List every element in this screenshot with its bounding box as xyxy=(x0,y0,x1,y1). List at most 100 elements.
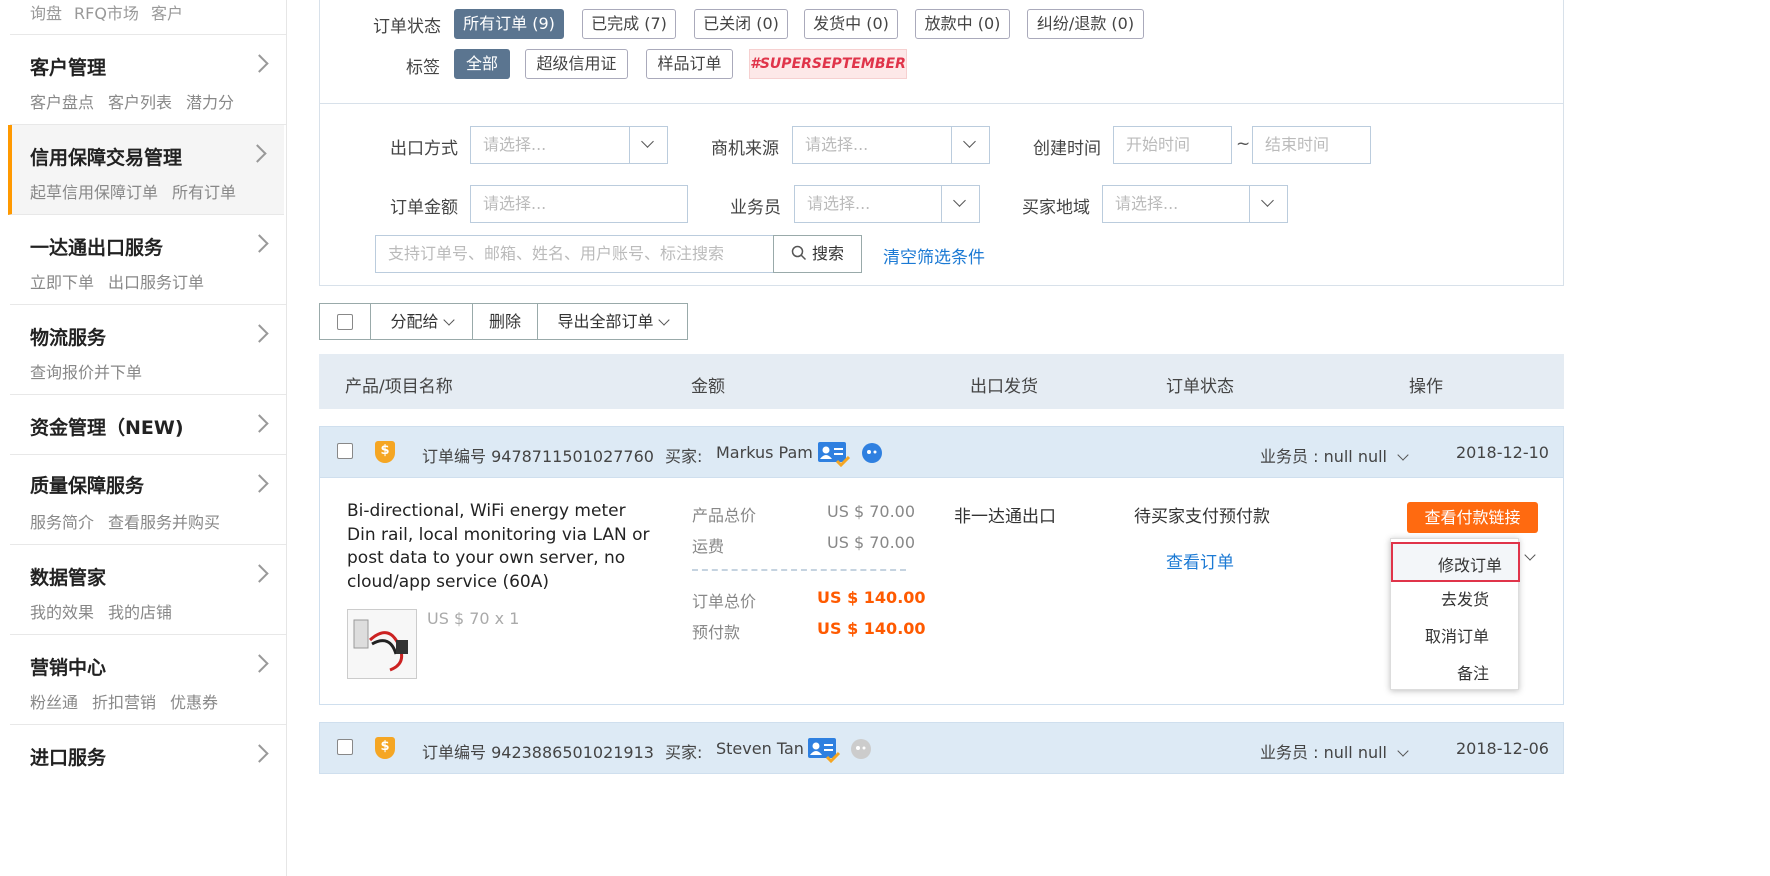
chevron-down-icon[interactable] xyxy=(951,127,989,163)
nav-title[interactable]: 信用保障交易管理 xyxy=(30,143,182,170)
chevron-right-icon[interactable] xyxy=(250,234,269,253)
nav-title[interactable]: 营销中心 xyxy=(30,653,106,680)
nav-sub[interactable]: 查看服务并购买 xyxy=(108,513,220,532)
status-label: 订单状态 xyxy=(373,17,441,37)
product-name[interactable]: Bi-directional, WiFi energy meter Din ra… xyxy=(347,500,657,594)
nav-group-trade-assurance[interactable]: 信用保障交易管理 起草信用保障订单 所有订单 xyxy=(8,125,284,215)
nav-title[interactable]: 质量保障服务 xyxy=(30,471,144,498)
view-order-link[interactable]: 查看订单 xyxy=(1166,548,1234,573)
select-all-checkbox[interactable] xyxy=(337,314,353,330)
select-all-button[interactable] xyxy=(319,303,371,340)
ship-item[interactable]: 去发货 xyxy=(1441,586,1489,610)
chevron-right-icon[interactable] xyxy=(250,744,269,763)
chevron-down-icon[interactable] xyxy=(941,186,979,222)
export-all-button[interactable]: 导出全部订单 xyxy=(537,303,688,340)
advanced-filter-panel: 出口方式 请选择... 商机来源 请选择... 创建时间 开始时间 ~ 结束时间… xyxy=(319,103,1564,286)
nav-sub[interactable]: 折扣营销 xyxy=(92,693,156,712)
view-payment-link-button[interactable]: 查看付款链接 xyxy=(1407,502,1538,533)
cancel-order-item[interactable]: 取消订单 xyxy=(1425,623,1489,647)
buyer-name[interactable]: Steven Tan xyxy=(716,739,804,758)
salesperson[interactable]: 业务员 : null null xyxy=(1260,443,1409,467)
nav-sub[interactable]: 查询报价并下单 xyxy=(30,363,142,382)
tag-all[interactable]: 全部 xyxy=(454,49,510,79)
nav-group-logistics[interactable]: 物流服务 查询报价并下单 xyxy=(10,305,286,395)
nav-title[interactable]: 物流服务 xyxy=(30,323,106,350)
modify-order-label: 修改订单 xyxy=(1438,556,1503,575)
tab-all-orders[interactable]: 所有订单 (9) xyxy=(454,9,564,39)
order-actions-menu: 修改订单 去发货 取消订单 备注 xyxy=(1390,538,1520,690)
order-checkbox[interactable] xyxy=(337,443,353,459)
chevron-right-icon[interactable] xyxy=(250,54,269,73)
nav-title[interactable]: 客户管理 xyxy=(30,53,106,80)
nav-group-data[interactable]: 数据管家 我的效果 我的店铺 xyxy=(10,545,286,635)
nav-title[interactable]: 数据管家 xyxy=(30,563,106,590)
link-customers[interactable]: 客户 xyxy=(151,4,183,23)
nav-sub[interactable]: 所有订单 xyxy=(172,183,236,202)
trade-assurance-icon: $ xyxy=(375,737,395,759)
nav-group-marketing[interactable]: 营销中心 粉丝通 折扣营销 优惠券 xyxy=(10,635,286,725)
export-method-select[interactable]: 请选择... xyxy=(470,126,668,164)
nav-title[interactable]: 一达通出口服务 xyxy=(30,233,163,260)
nav-group-finance[interactable]: 资金管理（NEW) xyxy=(10,395,286,455)
nav-sub[interactable]: 我的效果 xyxy=(30,603,94,622)
salesperson[interactable]: 业务员 : null null xyxy=(1260,739,1409,763)
note-item[interactable]: 备注 xyxy=(1457,660,1489,684)
delete-button[interactable]: 删除 xyxy=(472,303,538,340)
chevron-right-icon[interactable] xyxy=(250,414,269,433)
tab-releasing[interactable]: 放款中 (0) xyxy=(915,9,1010,39)
nav-sub[interactable]: 我的店铺 xyxy=(108,603,172,622)
search-input[interactable]: 支持订单号、邮箱、姓名、用户账号、标注搜索 xyxy=(375,235,775,273)
contact-card-icon[interactable] xyxy=(817,439,851,467)
assign-button[interactable]: 分配给 xyxy=(370,303,473,340)
link-inquiry[interactable]: 询盘 xyxy=(30,4,62,23)
nav-sub[interactable]: 粉丝通 xyxy=(30,693,78,712)
contact-card-icon[interactable] xyxy=(807,735,841,763)
tag-super-lc[interactable]: 超级信用证 xyxy=(525,49,628,79)
source-select[interactable]: 请选择... xyxy=(792,126,990,164)
product-thumbnail[interactable] xyxy=(347,609,417,679)
tab-completed[interactable]: 已完成 (7) xyxy=(582,9,676,39)
nav-sub[interactable]: 客户列表 xyxy=(108,93,172,112)
nav-group-quality[interactable]: 质量保障服务 服务简介 查看服务并购买 xyxy=(10,455,286,545)
start-time-input[interactable]: 开始时间 xyxy=(1113,126,1232,164)
salesperson-select[interactable]: 请选择... xyxy=(794,185,980,223)
nav-title[interactable]: 进口服务 xyxy=(30,743,106,770)
chat-icon[interactable] xyxy=(850,738,872,760)
trade-assurance-icon: $ xyxy=(375,441,395,463)
chevron-right-icon[interactable] xyxy=(250,654,269,673)
nav-sub[interactable]: 立即下单 xyxy=(30,273,94,292)
nav-sub[interactable]: 出口服务订单 xyxy=(108,273,204,292)
end-time-input[interactable]: 结束时间 xyxy=(1252,126,1371,164)
nav-group-customer-mgmt[interactable]: 客户管理 客户盘点 客户列表 潜力分 xyxy=(10,35,286,125)
tab-dispute[interactable]: 纠纷/退款 (0) xyxy=(1027,9,1144,39)
chevron-right-icon[interactable] xyxy=(248,144,267,163)
nav-title[interactable]: 资金管理（NEW) xyxy=(30,413,184,440)
clear-filters-link[interactable]: 清空筛选条件 xyxy=(883,243,985,268)
tab-closed[interactable]: 已关闭 (0) xyxy=(694,9,788,39)
chevron-down-icon[interactable] xyxy=(629,127,667,163)
order-checkbox[interactable] xyxy=(337,739,353,755)
amount-input[interactable]: 请选择... xyxy=(470,185,688,223)
tab-shipping[interactable]: 发货中 (0) xyxy=(804,9,898,39)
chevron-right-icon[interactable] xyxy=(250,564,269,583)
region-label: 买家地域 xyxy=(1022,198,1090,218)
nav-sub[interactable]: 优惠券 xyxy=(170,693,218,712)
nav-group-export-service[interactable]: 一达通出口服务 立即下单 出口服务订单 xyxy=(10,215,286,305)
region-select[interactable]: 请选择... xyxy=(1102,185,1288,223)
modify-order-item[interactable]: 修改订单 xyxy=(1391,542,1520,582)
buyer-name[interactable]: Markus Pam xyxy=(716,443,813,462)
search-button[interactable]: 搜索 xyxy=(773,235,862,273)
link-rfq[interactable]: RFQ市场 xyxy=(74,4,139,23)
tag-sample[interactable]: 样品订单 xyxy=(646,49,733,79)
chevron-right-icon[interactable] xyxy=(250,324,269,343)
chevron-right-icon[interactable] xyxy=(250,474,269,493)
source-label: 商机来源 xyxy=(711,139,779,159)
nav-group-import[interactable]: 进口服务 xyxy=(10,725,286,876)
nav-sub[interactable]: 服务简介 xyxy=(30,513,94,532)
chevron-down-icon[interactable] xyxy=(1249,186,1287,222)
promo-badge[interactable]: #SUPERSEPTEMBER xyxy=(749,49,907,79)
nav-sub[interactable]: 客户盘点 xyxy=(30,93,94,112)
nav-sub[interactable]: 起草信用保障订单 xyxy=(30,183,158,202)
nav-sub[interactable]: 潜力分 xyxy=(186,93,234,112)
chat-icon[interactable] xyxy=(861,442,883,464)
